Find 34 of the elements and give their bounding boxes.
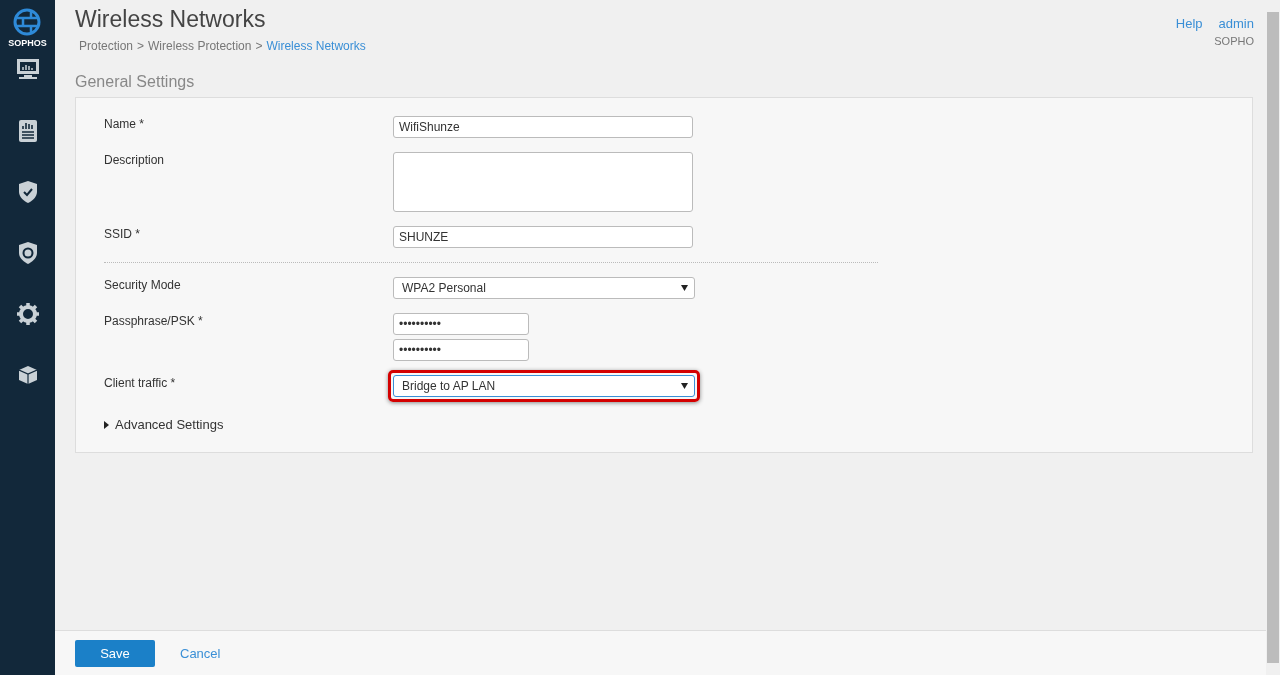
- breadcrumb-separator: >: [137, 39, 145, 53]
- caret-icon: [681, 285, 688, 291]
- password-field[interactable]: ••••••••••: [393, 313, 529, 335]
- appliance-name: SOPHO: [1214, 35, 1254, 47]
- breadcrumb-link[interactable]: Wireless Protection: [148, 39, 252, 53]
- password-field[interactable]: ••••••••••: [393, 339, 529, 361]
- dropdown[interactable]: WPA2 Personal: [393, 277, 695, 299]
- breadcrumb-current: Wireless Networks: [266, 39, 366, 53]
- breadcrumb-separator: >: [255, 39, 263, 53]
- field-label: Description: [104, 152, 166, 169]
- field-label: Client traffic *: [104, 375, 177, 392]
- shield-check-icon[interactable]: [18, 180, 37, 203]
- advanced-settings-toggle[interactable]: Advanced Settings: [104, 417, 224, 432]
- field-label: Security Mode: [104, 277, 182, 294]
- monitor-icon[interactable]: [15, 58, 40, 80]
- field-label: Name *: [104, 116, 145, 133]
- input-field[interactable]: WifiShunze: [393, 116, 693, 138]
- dropdown-value: Bridge to AP LAN: [402, 378, 496, 395]
- logo-icon: [13, 8, 42, 36]
- dropdown[interactable]: Bridge to AP LAN: [393, 375, 695, 397]
- input-field[interactable]: SHUNZE: [393, 226, 693, 248]
- breadcrumb-link[interactable]: Protection: [79, 39, 134, 53]
- caret-icon: [681, 383, 688, 389]
- field-label: SSID *: [104, 226, 141, 243]
- shield-gear-icon[interactable]: [18, 241, 37, 264]
- box-icon[interactable]: [18, 365, 37, 384]
- report-icon[interactable]: [18, 119, 37, 142]
- section-title: General Settings: [75, 73, 196, 91]
- page-title: Wireless Networks: [75, 6, 267, 33]
- settings-icon[interactable]: [16, 302, 39, 325]
- save-button[interactable]: Save: [75, 639, 155, 667]
- logo-text: SOPHOS: [8, 38, 47, 48]
- field-label: Passphrase/PSK *: [104, 313, 204, 330]
- dropdown-value: WPA2 Personal: [402, 280, 486, 297]
